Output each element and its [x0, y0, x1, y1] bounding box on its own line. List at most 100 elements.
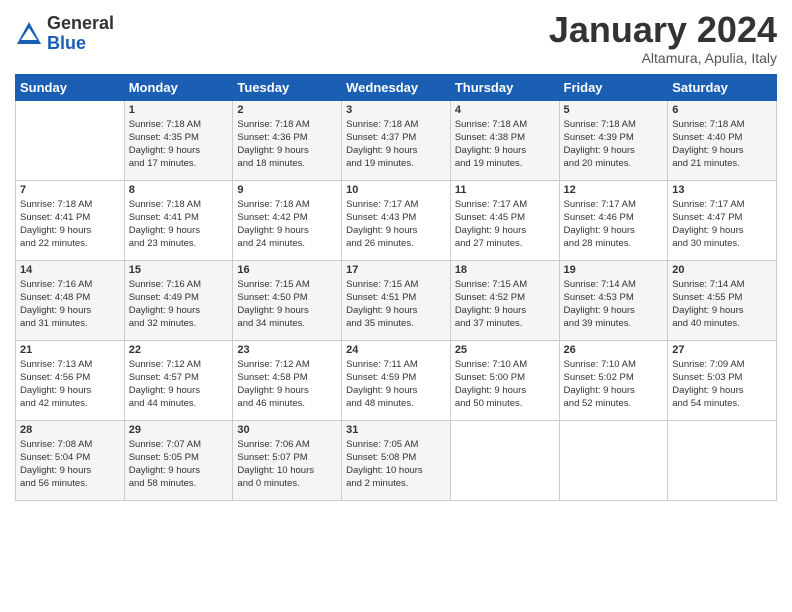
day-info-line: and 17 minutes. [129, 158, 197, 169]
day-info-line: Sunrise: 7:18 AM [672, 119, 744, 130]
header-tuesday: Tuesday [233, 74, 342, 100]
day-info-line: Daylight: 9 hours [564, 385, 635, 396]
day-info: Sunrise: 7:10 AMSunset: 5:00 PMDaylight:… [455, 358, 555, 411]
day-info: Sunrise: 7:18 AMSunset: 4:38 PMDaylight:… [455, 118, 555, 171]
day-number: 5 [564, 104, 664, 116]
day-number: 24 [346, 344, 446, 356]
logo: General Blue [15, 14, 114, 54]
day-info-line: and 19 minutes. [455, 158, 523, 169]
day-info-line: and 32 minutes. [129, 318, 197, 329]
day-cell: 26Sunrise: 7:10 AMSunset: 5:02 PMDayligh… [559, 340, 668, 420]
day-info: Sunrise: 7:12 AMSunset: 4:58 PMDaylight:… [237, 358, 337, 411]
day-info-line: Daylight: 9 hours [129, 385, 200, 396]
day-number: 20 [672, 264, 772, 276]
day-info-line: Sunrise: 7:07 AM [129, 439, 201, 450]
month-title: January 2024 [549, 10, 777, 50]
day-info-line: and 50 minutes. [455, 398, 523, 409]
day-cell: 29Sunrise: 7:07 AMSunset: 5:05 PMDayligh… [124, 420, 233, 500]
week-row-1: 7 Sunrise: 7:18 AMSunset: 4:41 PMDaylight… [16, 180, 777, 260]
day-info-line: and 40 minutes. [672, 318, 740, 329]
header-wednesday: Wednesday [342, 74, 451, 100]
day-number: 2 [237, 104, 337, 116]
header-thursday: Thursday [450, 74, 559, 100]
day-info-line: Daylight: 9 hours [672, 385, 743, 396]
day-cell: 6Sunrise: 7:18 AMSunset: 4:40 PMDaylight… [668, 100, 777, 180]
day-info-line: Sunset: 4:42 PM [237, 212, 307, 223]
day-number: 14 [20, 264, 120, 276]
day-info: Sunrise: 7:17 AMSunset: 4:45 PMDaylight:… [455, 198, 555, 251]
day-info: Sunrise: 7:18 AMSunset: 4:41 PMDaylight:… [129, 198, 229, 251]
day-info-line: and 22 minutes. [20, 238, 88, 249]
day-info: Sunrise: 7:07 AMSunset: 5:05 PMDaylight:… [129, 438, 229, 491]
day-info: Sunrise: 7:14 AMSunset: 4:53 PMDaylight:… [564, 278, 664, 331]
day-info-line: Daylight: 9 hours [129, 305, 200, 316]
day-info-line: Sunrise: 7:16 AM [129, 279, 201, 290]
day-number: 28 [20, 424, 120, 436]
day-info: Sunrise: 7:18 AMSunset: 4:35 PMDaylight:… [129, 118, 229, 171]
day-info-line: and 52 minutes. [564, 398, 632, 409]
day-cell: 9Sunrise: 7:18 AMSunset: 4:42 PMDaylight… [233, 180, 342, 260]
day-info-line: Sunset: 4:41 PM [20, 212, 90, 223]
day-info-line: and 2 minutes. [346, 478, 408, 489]
day-cell: 17Sunrise: 7:15 AMSunset: 4:51 PMDayligh… [342, 260, 451, 340]
day-info-line: Daylight: 9 hours [564, 305, 635, 316]
day-cell: 30 Sunrise: 7:06 AMSunset: 5:07 PMDayligh… [233, 420, 342, 500]
day-cell: 3Sunrise: 7:18 AMSunset: 4:37 PMDaylight… [342, 100, 451, 180]
day-cell: 24Sunrise: 7:11 AMSunset: 4:59 PMDayligh… [342, 340, 451, 420]
day-info-line: Sunrise: 7:12 AM [237, 359, 309, 370]
day-number: 22 [129, 344, 229, 356]
day-number: 31 [346, 424, 446, 436]
day-info-line: Sunrise: 7:13 AM [20, 359, 92, 370]
title-block: January 2024 Altamura, Apulia, Italy [549, 10, 777, 66]
day-info-line: Sunset: 4:38 PM [455, 132, 525, 143]
day-cell: 1Sunrise: 7:18 AMSunset: 4:35 PMDaylight… [124, 100, 233, 180]
day-info-line: Sunrise: 7:16 AM [20, 279, 92, 290]
day-number: 21 [20, 344, 120, 356]
day-info-line: Sunrise: 7:18 AM [20, 199, 92, 210]
day-cell [450, 420, 559, 500]
day-info: Sunrise: 7:18 AMSunset: 4:42 PMDaylight:… [237, 198, 337, 251]
day-info: Sunrise: 7:06 AMSunset: 5:07 PMDaylight:… [237, 438, 337, 491]
day-info-line: and 34 minutes. [237, 318, 305, 329]
day-info-line: Sunset: 4:45 PM [455, 212, 525, 223]
day-info-line: and 48 minutes. [346, 398, 414, 409]
day-info: Sunrise: 7:18 AMSunset: 4:41 PMDaylight:… [20, 198, 120, 251]
day-info: Sunrise: 7:18 AMSunset: 4:40 PMDaylight:… [672, 118, 772, 171]
day-info-line: Daylight: 9 hours [237, 305, 308, 316]
day-info-line: and 0 minutes. [237, 478, 299, 489]
calendar-container: General Blue January 2024 Altamura, Apul… [0, 0, 792, 511]
day-cell: 19Sunrise: 7:14 AMSunset: 4:53 PMDayligh… [559, 260, 668, 340]
day-info: Sunrise: 7:16 AM Sunset: 4:49 PM Daylight:… [129, 278, 229, 331]
day-info-line: Sunrise: 7:14 AM [672, 279, 744, 290]
day-number: 23 [237, 344, 337, 356]
day-info-line: Sunset: 4:57 PM [129, 372, 199, 383]
day-info-line: Daylight: 9 hours [346, 305, 417, 316]
day-info-line: Sunrise: 7:15 AM [237, 279, 309, 290]
day-info-line: Sunset: 4:43 PM [346, 212, 416, 223]
day-info-line: and 18 minutes. [237, 158, 305, 169]
day-info-line: Sunrise: 7:18 AM [237, 199, 309, 210]
day-info-line: Sunset: 4:49 PM [129, 292, 199, 303]
day-cell: 27Sunrise: 7:09 AMSunset: 5:03 PMDayligh… [668, 340, 777, 420]
day-cell [668, 420, 777, 500]
day-info: Sunrise: 7:15 AMSunset: 4:52 PMDaylight:… [455, 278, 555, 331]
day-info-line: and 35 minutes. [346, 318, 414, 329]
day-info-line: Sunset: 4:50 PM [237, 292, 307, 303]
header: General Blue January 2024 Altamura, Apul… [15, 10, 777, 66]
day-cell: 16Sunrise: 7:15 AMSunset: 4:50 PMDayligh… [233, 260, 342, 340]
day-info-line: Sunset: 4:37 PM [346, 132, 416, 143]
day-number: 30 [237, 424, 337, 436]
header-friday: Friday [559, 74, 668, 100]
week-row-3: 21Sunrise: 7:13 AMSunset: 4:56 PMDayligh… [16, 340, 777, 420]
day-number: 25 [455, 344, 555, 356]
day-info: Sunrise: 7:18 AMSunset: 4:39 PMDaylight:… [564, 118, 664, 171]
day-info-line: Daylight: 9 hours [237, 385, 308, 396]
day-info: Sunrise: 7:12 AMSunset: 4:57 PMDaylight:… [129, 358, 229, 411]
day-info-line: Sunset: 4:40 PM [672, 132, 742, 143]
day-info-line: and 27 minutes. [455, 238, 523, 249]
day-number: 7 [20, 184, 120, 196]
day-info-line: Sunrise: 7:09 AM [672, 359, 744, 370]
day-info: Sunrise: 7:18 AMSunset: 4:36 PMDaylight:… [237, 118, 337, 171]
day-cell: 7Sunrise: 7:18 AMSunset: 4:41 PMDaylight… [16, 180, 125, 260]
day-info-line: Sunrise: 7:18 AM [129, 199, 201, 210]
